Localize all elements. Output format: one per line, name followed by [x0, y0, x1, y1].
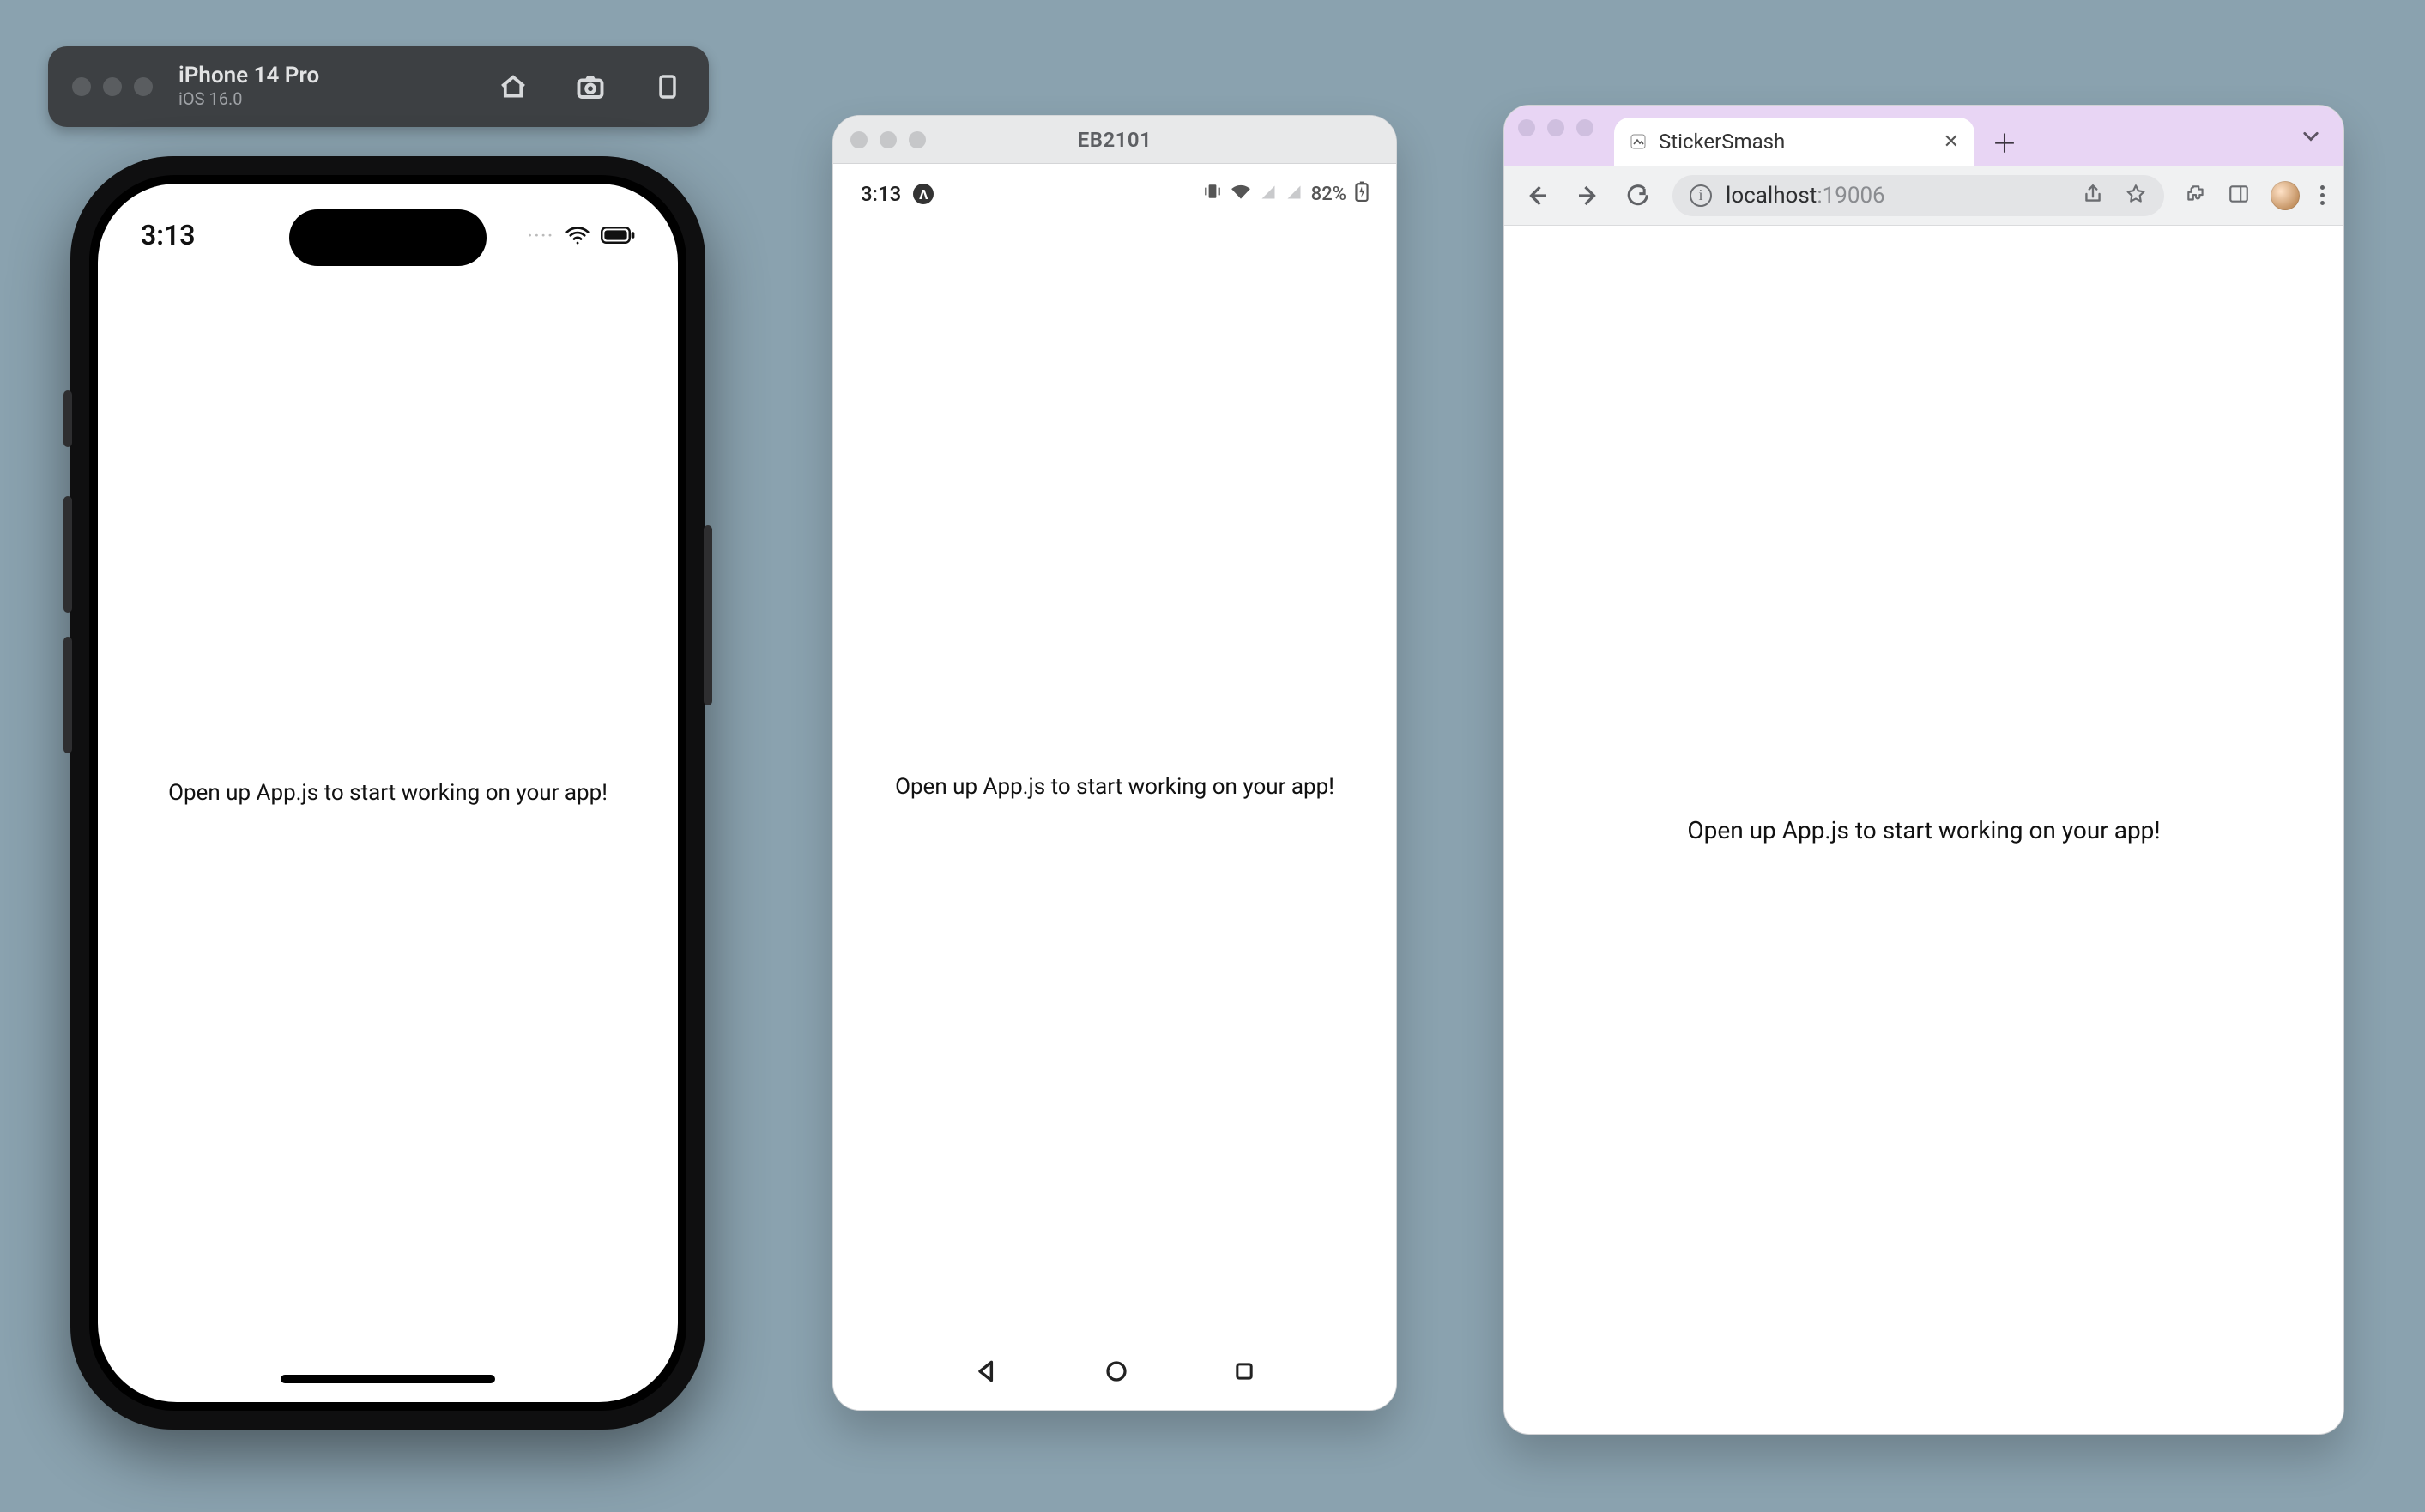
- android-emulator-window: EB2101 3:13 Λ 82%: [832, 115, 1397, 1411]
- close-tab-icon[interactable]: ✕: [1944, 131, 1959, 153]
- more-menu-icon[interactable]: [2320, 185, 2325, 205]
- iphone-side-button: [63, 390, 72, 447]
- zoom-dot[interactable]: [1576, 119, 1593, 136]
- minimize-dot[interactable]: [103, 77, 122, 96]
- url-host: localhost: [1726, 183, 1817, 209]
- side-panel-icon[interactable]: [2228, 183, 2250, 209]
- android-window-title: EB2101: [1078, 128, 1152, 152]
- tab-title: StickerSmash: [1659, 130, 1932, 154]
- tab-list-chevron-icon[interactable]: [2301, 126, 2321, 152]
- browser-tab[interactable]: StickerSmash ✕: [1614, 118, 1974, 166]
- iphone-power-button: [704, 525, 712, 705]
- close-dot[interactable]: [1518, 119, 1535, 136]
- android-nav-bar: [833, 1336, 1396, 1410]
- new-tab-button[interactable]: ＋: [1992, 118, 2017, 166]
- android-screen[interactable]: 3:13 Λ 82%: [833, 164, 1396, 1410]
- app-content-text: Open up App.js to start working on your …: [895, 774, 1334, 800]
- minimize-dot[interactable]: [1547, 119, 1564, 136]
- simulator-device-os: iOS 16.0: [178, 88, 319, 109]
- close-dot[interactable]: [72, 77, 91, 96]
- cellular-icon: ····: [528, 225, 554, 245]
- forward-icon[interactable]: [1573, 181, 1602, 210]
- address-bar[interactable]: i localhost:19006: [1672, 175, 2164, 216]
- browser-toolbar: i localhost:19006: [1504, 166, 2343, 226]
- back-icon[interactable]: [1523, 181, 1552, 210]
- android-window-titlebar[interactable]: EB2101: [833, 116, 1396, 164]
- app-content-text: Open up App.js to start working on your …: [98, 780, 678, 806]
- recents-icon[interactable]: [1232, 1359, 1256, 1387]
- home-indicator[interactable]: [281, 1375, 495, 1383]
- battery-icon: [601, 227, 635, 244]
- bookmark-star-icon[interactable]: [2125, 183, 2147, 209]
- iphone-screen[interactable]: 3:13 ···· Open up App.js to start workin…: [98, 184, 678, 1402]
- zoom-dot[interactable]: [909, 131, 926, 148]
- home-icon[interactable]: [1104, 1358, 1129, 1388]
- iphone-volume-down: [63, 637, 72, 753]
- close-dot[interactable]: [850, 131, 868, 148]
- ios-clock: 3:13: [141, 219, 196, 251]
- rotate-icon[interactable]: [650, 70, 685, 104]
- android-window-controls[interactable]: [850, 131, 926, 148]
- home-icon[interactable]: [496, 70, 530, 104]
- browser-window: StickerSmash ✕ ＋ i localhost:19006: [1503, 105, 2344, 1435]
- zoom-dot[interactable]: [134, 77, 153, 96]
- share-icon[interactable]: [2082, 183, 2104, 209]
- simulator-control-bar: iPhone 14 Pro iOS 16.0: [48, 46, 709, 127]
- url-port: :19006: [1817, 183, 1884, 209]
- reload-icon[interactable]: [1623, 181, 1652, 210]
- iphone-volume-up: [63, 496, 72, 613]
- site-info-icon[interactable]: i: [1690, 184, 1712, 207]
- wifi-icon: [565, 226, 590, 245]
- extensions-icon[interactable]: [2185, 183, 2207, 209]
- minimize-dot[interactable]: [880, 131, 897, 148]
- dynamic-island: [289, 209, 487, 266]
- browser-tab-strip: StickerSmash ✕ ＋: [1504, 106, 2343, 166]
- app-content-text: Open up App.js to start working on your …: [1687, 816, 2160, 844]
- favicon-icon: [1630, 133, 1647, 150]
- browser-window-controls[interactable]: [1518, 106, 1593, 166]
- screenshot-icon[interactable]: [573, 70, 608, 104]
- simulator-window-controls[interactable]: [72, 77, 153, 96]
- browser-page-content[interactable]: Open up App.js to start working on your …: [1504, 226, 2343, 1434]
- back-icon[interactable]: [973, 1358, 1001, 1388]
- simulator-device-name: iPhone 14 Pro: [178, 64, 319, 88]
- iphone-device-frame: 3:13 ···· Open up App.js to start workin…: [70, 156, 705, 1430]
- profile-avatar[interactable]: [2271, 181, 2300, 210]
- simulator-device-info: iPhone 14 Pro iOS 16.0: [178, 64, 319, 108]
